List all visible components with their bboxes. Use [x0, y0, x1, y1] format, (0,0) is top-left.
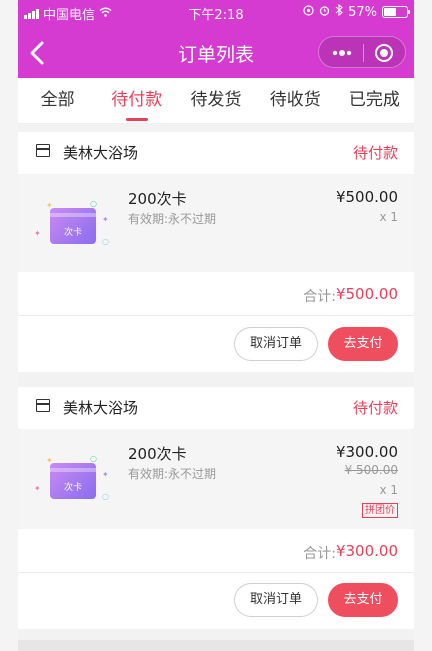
tab-pending-payment[interactable]: 待付款 — [97, 78, 176, 123]
sparkle-icon: ✦ — [34, 484, 41, 493]
battery-icon — [382, 6, 410, 18]
tab-completed[interactable]: 已完成 — [335, 78, 414, 123]
more-dots-icon[interactable] — [327, 43, 357, 63]
product-price: ¥300.00 — [335, 443, 398, 461]
original-price: ¥ 500.00 — [344, 463, 398, 477]
product-name: 200次卡 — [128, 445, 187, 463]
sparkle-icon: ○ — [90, 454, 97, 463]
header-bar: 中国电信 下午2:18 57% 订单列表 — [18, 0, 414, 78]
cancel-order-button[interactable]: 取消订单 — [234, 583, 318, 617]
order-list-page: 中国电信 下午2:18 57% 订单列表 全部 待付款 待发货 待收货 已完成 … — [18, 0, 414, 651]
order-status: 待付款 — [352, 399, 398, 417]
order-card[interactable]: 美林大浴场 待付款 ✦ ○ ✦ ✦ ○ 次卡 200次卡 有效期:永不过期 ¥5… — [18, 132, 414, 372]
bluetooth-icon — [335, 3, 343, 20]
status-right: 57% — [303, 3, 410, 20]
order-total-row: 合计: ¥500.00 — [18, 272, 414, 316]
product-price: ¥500.00 — [335, 188, 398, 206]
sparkle-icon: ○ — [102, 492, 109, 501]
ticket-label: 次卡 — [63, 483, 82, 493]
alarm-icon — [319, 5, 330, 20]
shop-name: 美林大浴场 — [63, 399, 139, 417]
order-item[interactable]: ✦ ○ ✦ ✦ ○ 次卡 200次卡 有效期:永不过期 ¥500.00 x 1 — [18, 174, 414, 272]
lock-rotation-icon — [303, 4, 314, 20]
ticket-icon: 次卡 — [50, 208, 96, 244]
order-item[interactable]: ✦ ○ ✦ ✦ ○ 次卡 200次卡 有效期:永不过期 ¥300.00 ¥ 50… — [18, 429, 414, 529]
mini-program-capsule — [318, 36, 406, 68]
status-bar: 中国电信 下午2:18 57% — [18, 0, 414, 24]
sparkle-icon: ✦ — [102, 470, 109, 479]
capsule-divider — [363, 44, 364, 62]
product-thumbnail: ✦ ○ ✦ ✦ ○ 次卡 — [32, 194, 112, 254]
group-buy-badge: 拼团价 — [362, 503, 398, 518]
sparkle-icon: ✦ — [34, 229, 41, 238]
cancel-order-button[interactable]: 取消订单 — [234, 327, 318, 361]
total-value: ¥300.00 — [335, 542, 398, 560]
order-card[interactable]: 美林大浴场 待付款 ✦ ○ ✦ ✦ ○ 次卡 200次卡 有效期:永不过期 ¥3… — [18, 387, 414, 629]
product-quantity: x 1 — [379, 483, 398, 497]
tab-pending-receipt[interactable]: 待收货 — [256, 78, 335, 123]
ticket-icon: 次卡 — [50, 463, 96, 499]
tab-all[interactable]: 全部 — [18, 78, 97, 123]
product-validity: 有效期:永不过期 — [128, 467, 217, 481]
order-status-tabs: 全部 待付款 待发货 待收货 已完成 — [18, 78, 414, 124]
pay-button[interactable]: 去支付 — [328, 327, 398, 361]
sparkle-icon: ○ — [90, 199, 97, 208]
ticket-label: 次卡 — [63, 228, 82, 238]
sparkle-icon: ✦ — [102, 215, 109, 224]
store-icon — [36, 399, 50, 412]
shop-row: 美林大浴场 待付款 — [18, 387, 414, 427]
next-card-edge — [18, 640, 414, 651]
pay-button[interactable]: 去支付 — [328, 583, 398, 617]
order-status: 待付款 — [352, 144, 398, 162]
shop-name: 美林大浴场 — [63, 144, 139, 162]
order-total-row: 合计: ¥300.00 — [18, 529, 414, 573]
target-close-icon[interactable] — [375, 44, 393, 62]
total-label: 合计: — [303, 289, 336, 305]
tab-pending-shipment[interactable]: 待发货 — [176, 78, 255, 123]
battery-percent: 57% — [348, 4, 377, 20]
shop-row: 美林大浴场 待付款 — [18, 132, 414, 172]
product-thumbnail: ✦ ○ ✦ ✦ ○ 次卡 — [32, 449, 112, 509]
nav-bar: 订单列表 — [18, 30, 414, 78]
store-icon — [36, 144, 50, 157]
sparkle-icon: ○ — [102, 237, 109, 246]
product-name: 200次卡 — [128, 190, 187, 208]
product-quantity: x 1 — [379, 210, 398, 224]
product-validity: 有效期:永不过期 — [128, 212, 217, 226]
total-label: 合计: — [303, 546, 336, 562]
total-value: ¥500.00 — [335, 285, 398, 303]
